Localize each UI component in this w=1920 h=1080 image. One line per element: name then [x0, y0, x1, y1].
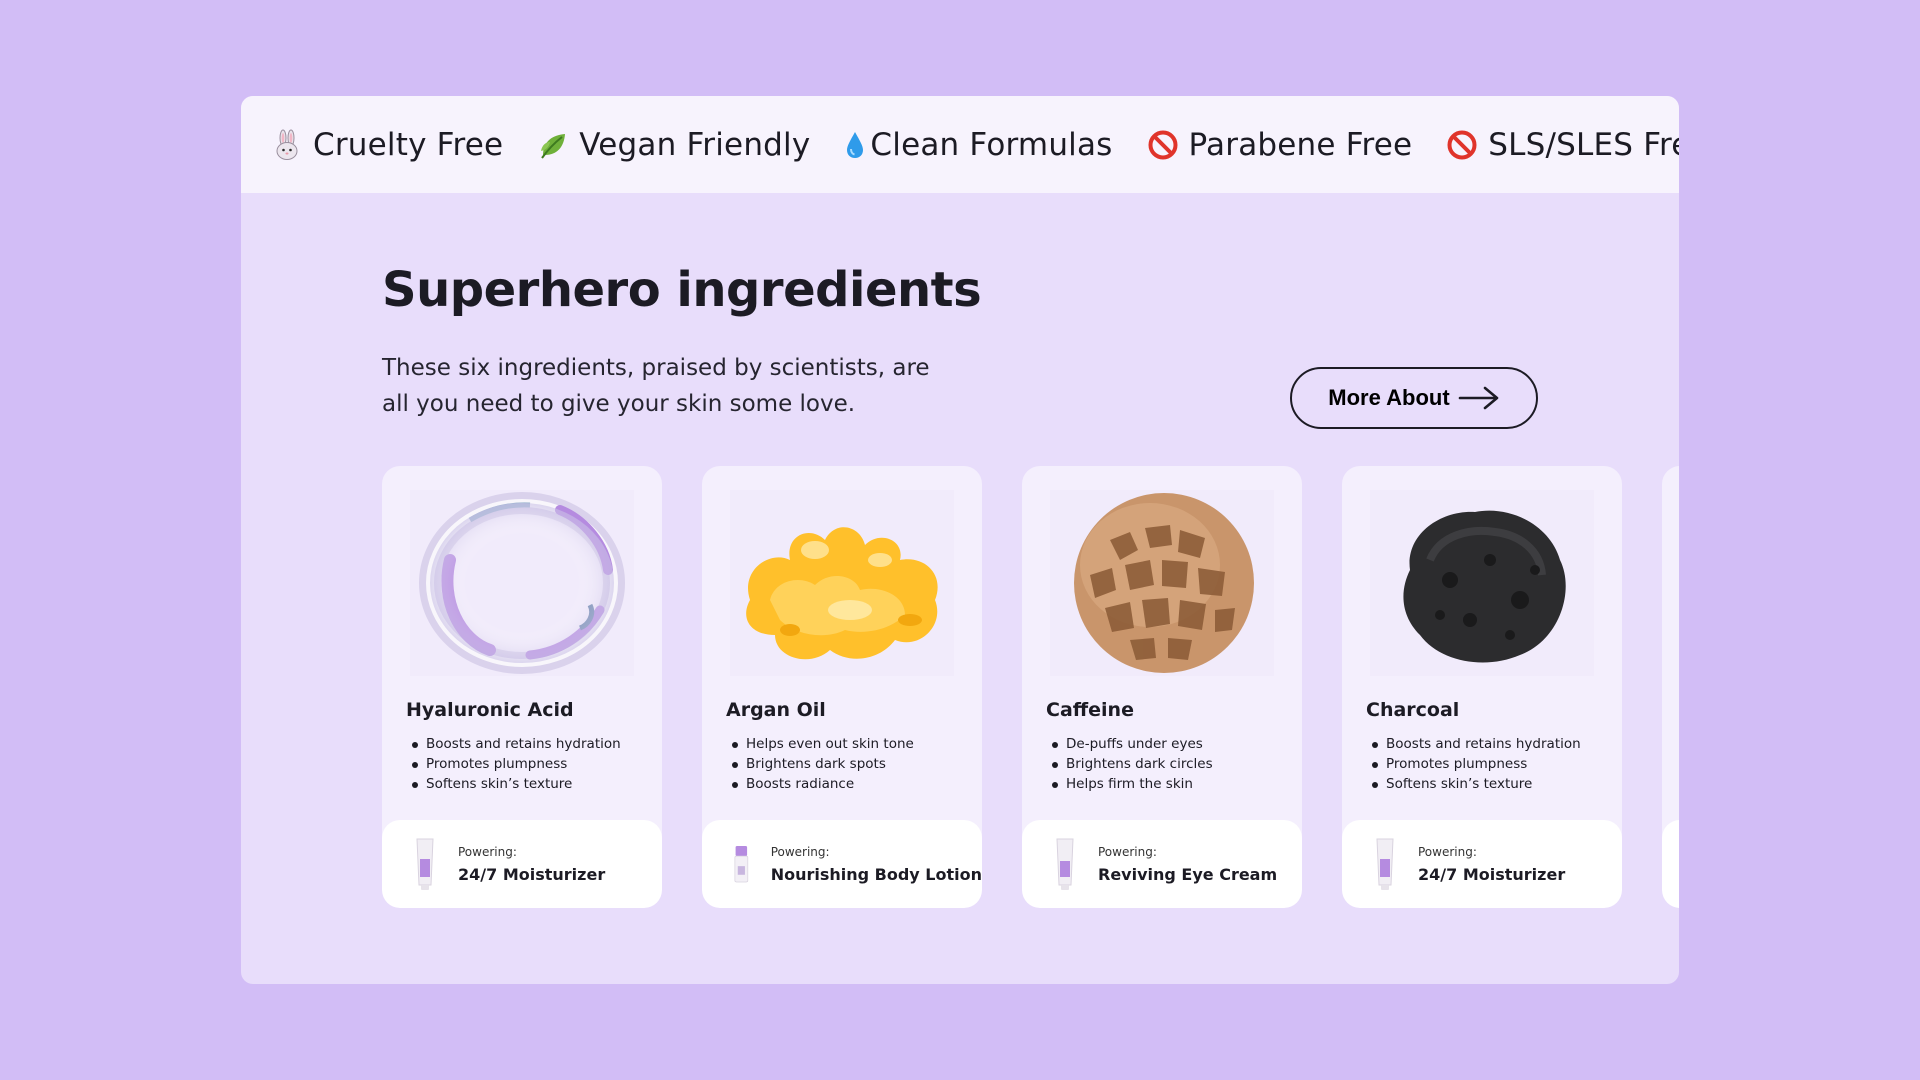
badge-label: Parabene Free [1188, 126, 1413, 163]
ingredient-card-charcoal[interactable]: Charcoal Boosts and retains hydration Pr… [1342, 466, 1622, 908]
benefit-item: Boosts and retains hydration [412, 734, 621, 754]
badge-label: SLS/SLES Free [1488, 126, 1679, 163]
benefit-item: Boosts radiance [732, 774, 914, 794]
benefit-list: Helps even out skin tone Brightens dark … [732, 734, 914, 794]
badge-cruelty-free: Cruelty Free [271, 127, 503, 163]
badge-bar: Cruelty Free Vegan Friendly Clean Formul… [241, 96, 1679, 193]
benefit-item: Promotes plumpness [412, 754, 621, 774]
benefit-item: Softens skin’s texture [412, 774, 621, 794]
section-subtitle: These six ingredients, praised by scient… [382, 355, 930, 417]
charcoal-image [1370, 490, 1594, 676]
section-title: Superhero ingredients [382, 262, 982, 318]
product-name: 24/7 Moisturizer [1418, 864, 1566, 884]
badge-label: Vegan Friendly [579, 126, 811, 163]
rabbit-icon [276, 129, 298, 160]
ingredient-carousel[interactable]: Hyaluronic Acid Boosts and retains hydra… [382, 466, 1679, 908]
prohibited-icon [1148, 130, 1178, 159]
ingredient-name: Caffeine [1046, 699, 1134, 721]
benefit-item: Brightens dark circles [1052, 754, 1213, 774]
powering-label: Powering: [458, 844, 517, 859]
prohibited-icon [1447, 130, 1477, 159]
leaf-icon [541, 133, 566, 159]
powering-product-link[interactable]: Powering: Reviving Eye Cream [1022, 820, 1302, 908]
caffeine-image [1050, 490, 1274, 676]
product-tube-icon [416, 838, 434, 890]
powering-label: Powering: [1098, 844, 1157, 859]
badge-sls-free: SLS/SLES Free [1446, 127, 1679, 163]
ingredient-name: Argan Oil [726, 699, 826, 721]
benefit-item: Promotes plumpness [1372, 754, 1581, 774]
badge-parabene-free: Parabene Free [1147, 127, 1413, 163]
powering-product-link[interactable]: Powering: 24/7 Moisturizer [382, 820, 662, 908]
droplet-icon [847, 131, 864, 158]
benefit-item: Softens skin’s texture [1372, 774, 1581, 794]
product-name: Nourishing Body Lotion [770, 864, 982, 884]
ingredient-card-caffeine[interactable]: Caffeine De-puffs under eyes Brightens d… [1022, 466, 1302, 908]
ingredient-card-next[interactable] [1662, 466, 1679, 908]
product-tube-icon [1376, 838, 1394, 890]
powering-product-link[interactable]: Powering: Nourishing Body Lotion [702, 820, 982, 908]
product-name: 24/7 Moisturizer [458, 864, 606, 884]
arrow-right-icon [1458, 386, 1498, 410]
hyaluronic-acid-image [410, 490, 634, 676]
ingredient-card-hyaluronic-acid[interactable]: Hyaluronic Acid Boosts and retains hydra… [382, 466, 662, 908]
benefit-item: De-puffs under eyes [1052, 734, 1213, 754]
badge-clean-formulas: Clean Formulas [844, 127, 1112, 163]
benefit-item: Helps even out skin tone [732, 734, 914, 754]
badge-label: Cruelty Free [313, 126, 504, 163]
more-about-label: More About [1328, 385, 1450, 410]
ingredient-name: Hyaluronic Acid [406, 699, 574, 721]
powering-product-link[interactable] [1662, 820, 1679, 908]
ingredient-card-argan-oil[interactable]: Argan Oil Helps even out skin tone Brigh… [702, 466, 982, 908]
product-bottle-icon [734, 846, 749, 883]
benefit-item: Helps firm the skin [1052, 774, 1213, 794]
powering-label: Powering: [1418, 844, 1477, 859]
powering-product-link[interactable]: Powering: 24/7 Moisturizer [1342, 820, 1622, 908]
more-about-button[interactable]: More About [1290, 367, 1538, 429]
argan-oil-image [730, 490, 954, 676]
product-tube-icon [1056, 838, 1074, 890]
ingredients-panel: Cruelty Free Vegan Friendly Clean Formul… [241, 96, 1679, 984]
badge-label: Clean Formulas [870, 126, 1113, 163]
product-name: Reviving Eye Cream [1098, 864, 1278, 884]
benefit-list: Boosts and retains hydration Promotes pl… [412, 734, 621, 794]
benefit-list: De-puffs under eyes Brightens dark circl… [1052, 734, 1213, 794]
benefit-list: Boosts and retains hydration Promotes pl… [1372, 734, 1581, 794]
benefit-item: Brightens dark spots [732, 754, 914, 774]
powering-label: Powering: [770, 844, 830, 859]
ingredient-name: Charcoal [1366, 699, 1460, 721]
badge-vegan-friendly: Vegan Friendly [537, 127, 810, 163]
benefit-item: Boosts and retains hydration [1372, 734, 1581, 754]
